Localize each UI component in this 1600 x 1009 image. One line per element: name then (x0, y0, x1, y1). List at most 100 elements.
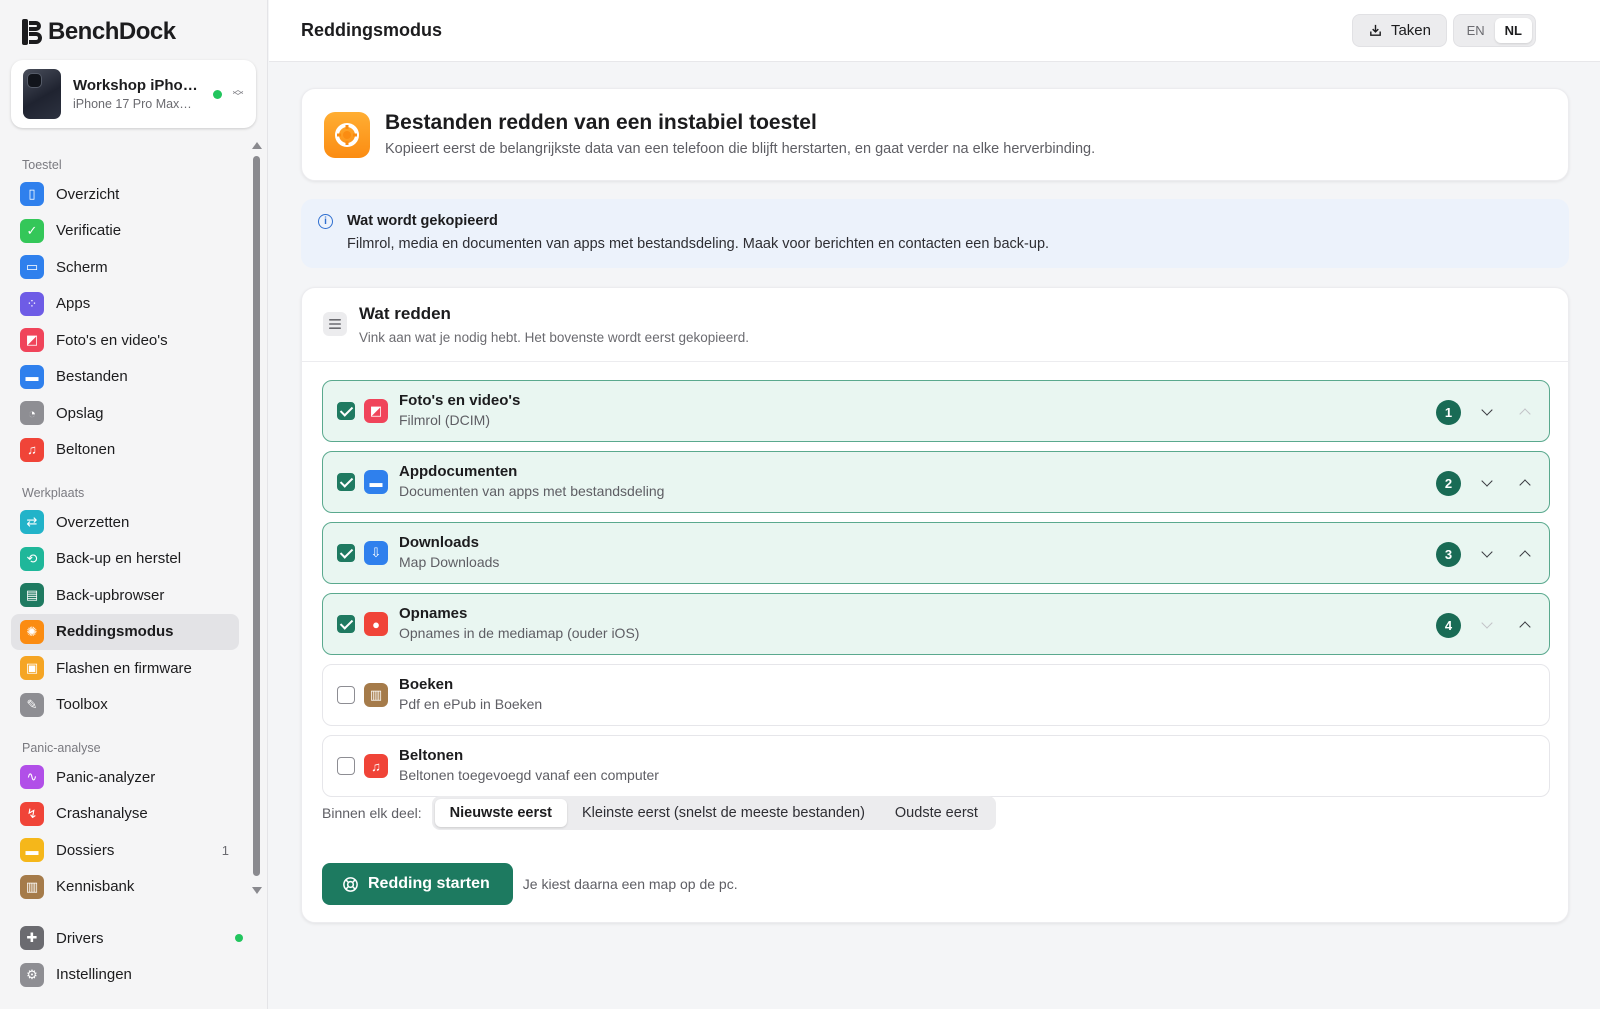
move-up-button[interactable] (1514, 472, 1536, 494)
sidebar-item-label: Panic-analyzer (56, 768, 156, 786)
rescue-item-title: Downloads (399, 534, 480, 551)
start-row: Redding starten Je kiest daarna een map … (322, 863, 738, 905)
sidebar-item-kennisbank[interactable]: ▥ Kennisbank (11, 869, 239, 906)
device-thumbnail (23, 69, 61, 119)
scroll-thumb[interactable] (253, 156, 260, 876)
sidebar-item-bestanden[interactable]: ▬ Bestanden (11, 359, 239, 396)
sidebar-item-toolbox[interactable]: ✎ Toolbox (11, 687, 239, 724)
sidebar-item-foto-s-en-video-s[interactable]: ◩ Foto's en video's (11, 322, 239, 359)
sidebar-item-overzicht[interactable]: ▯ Overzicht (11, 176, 239, 213)
photos-icon: ◩ (364, 399, 388, 423)
sidebar-item-instellingen[interactable]: ⚙ Instellingen (11, 957, 257, 994)
info-title: Wat wordt gekopieerd (347, 213, 498, 229)
sort-order-row: Binnen elk deel: Nieuwste eerst Kleinste … (322, 796, 996, 830)
rescue-item-checkbox[interactable] (337, 615, 355, 633)
screen-icon: ▭ (20, 255, 44, 280)
lifebuoy-icon (343, 876, 358, 892)
sidebar-item-drivers[interactable]: ✚ Drivers (11, 920, 257, 957)
book-icon: ▥ (364, 683, 388, 707)
rescue-item-subtitle: Pdf en ePub in Boeken (399, 696, 543, 712)
move-up-button[interactable] (1514, 543, 1536, 565)
move-down-button[interactable] (1476, 472, 1498, 494)
device-selector[interactable]: Workshop iPho… iPhone 17 Pro Max… ︿ ﹀ (11, 60, 256, 128)
sidebar-item-label: Drivers (56, 929, 104, 947)
lang-en-button[interactable]: EN (1457, 18, 1495, 43)
start-hint: Je kiest daarna een map op de pc. (522, 876, 738, 892)
photos-icon: ◩ (20, 328, 44, 353)
sidebar-item-opslag[interactable]: ◔ Opslag (11, 395, 239, 432)
sidebar-item-back-upbrowser[interactable]: ▤ Back-upbrowser (11, 577, 239, 614)
sidebar-item-label: Toolbox (56, 696, 108, 714)
puzzle-icon: ✚ (20, 926, 44, 951)
rescue-selection-panel: Wat redden Vink aan wat je nodig hebt. H… (301, 287, 1569, 923)
move-up-button[interactable] (1514, 401, 1536, 423)
sidebar-item-beltonen[interactable]: ♫ Beltonen (11, 432, 239, 469)
rescue-item-checkbox[interactable] (337, 757, 355, 775)
panel-subtitle: Vink aan wat je nodig hebt. Het bovenste… (359, 330, 749, 345)
rescue-item-title: Boeken (399, 676, 454, 693)
lifebuoy-icon: ✺ (20, 619, 44, 644)
sidebar-item-label: Crashanalyse (56, 805, 148, 823)
sidebar-item-crashanalyse[interactable]: ↯ Crashanalyse (11, 796, 239, 833)
rescue-item-subtitle: Filmrol (DCIM) (399, 412, 490, 428)
priority-order-badge: 1 (1436, 400, 1461, 425)
topbar: Reddingsmodus Taken EN NL (269, 0, 1600, 62)
sidebar-item-label: Opslag (56, 404, 104, 422)
copy-info-banner: i Wat wordt gekopieerd Filmrol, media en… (301, 199, 1569, 268)
rescue-item-checkbox[interactable] (337, 402, 355, 420)
sort-option-kleinste-eerst-snelst-de[interactable]: Kleinste eerst (snelst de meeste bestand… (567, 799, 880, 827)
rescue-item-subtitle: Documenten van apps met bestandsdeling (399, 483, 665, 499)
sidebar-item-scherm[interactable]: ▭ Scherm (11, 249, 239, 286)
book-icon: ▥ (20, 874, 44, 899)
phone-icon: ▯ (20, 182, 44, 207)
tasks-button[interactable]: Taken (1351, 14, 1447, 47)
sidebar-item-apps[interactable]: ⁘ Apps (11, 286, 239, 323)
sidebar-scrollbar[interactable] (250, 138, 262, 898)
scroll-down-arrow-icon[interactable] (252, 887, 262, 894)
start-rescue-button[interactable]: Redding starten (322, 863, 513, 905)
sort-option-oudste-eerst[interactable]: Oudste eerst (880, 799, 993, 827)
chevron-down-icon (1481, 404, 1493, 416)
sidebar-item-label: Foto's en video's (56, 331, 168, 349)
rescue-item-checkbox[interactable] (337, 544, 355, 562)
sidebar-item-verificatie[interactable]: ✓ Verificatie (11, 213, 239, 250)
transfer-arrows-icon: ⇄ (20, 510, 44, 535)
rescue-item-title: Beltonen (399, 747, 464, 764)
sidebar-item-label: Scherm (56, 258, 108, 276)
sort-order-label: Binnen elk deel: (322, 805, 422, 821)
sidebar-item-panic-analyzer[interactable]: ∿ Panic-analyzer (11, 759, 239, 796)
archive-browser-icon: ▤ (20, 583, 44, 608)
sidebar-item-dossiers[interactable]: ▬ Dossiers 1 (11, 832, 239, 869)
lang-nl-button[interactable]: NL (1494, 18, 1532, 43)
rescue-item-checkbox[interactable] (337, 686, 355, 704)
sidebar-item-back-up-en-herstel[interactable]: ⟲ Back-up en herstel (11, 541, 239, 578)
move-down-button[interactable] (1476, 401, 1498, 423)
rescue-item-subtitle: Beltonen toegevoegd vanaf een computer (399, 767, 659, 783)
music-note-icon: ♫ (20, 437, 44, 462)
sidebar-nav: Toestel ▯ Overzicht ✓ Verificatie ▭ Scherm ⁘ App… (0, 140, 268, 915)
sort-option-nieuwste-eerst[interactable]: Nieuwste eerst (434, 799, 567, 827)
move-down-button[interactable] (1476, 543, 1498, 565)
hero-subtitle: Kopieert eerst de belangrijkste data van… (385, 141, 1096, 157)
chevron-down-icon (1481, 617, 1493, 629)
sidebar-item-label: Reddingsmodus (56, 623, 174, 641)
sidebar-item-reddingsmodus[interactable]: ✺ Reddingsmodus (11, 613, 239, 650)
wrench-icon: ✎ (20, 692, 44, 717)
panel-header: Wat redden Vink aan wat je nodig hebt. H… (302, 288, 1568, 362)
apps-grid-icon: ⁘ (20, 291, 44, 316)
sidebar-item-label: Flashen en firmware (56, 659, 192, 677)
scroll-up-arrow-icon[interactable] (252, 142, 262, 149)
move-down-button[interactable] (1476, 614, 1498, 636)
chevron-down-icon (1481, 546, 1493, 558)
priority-order-badge: 2 (1436, 471, 1461, 496)
rescue-item-beltonen: ♫ Beltonen Beltonen toegevoegd vanaf een c… (322, 735, 1550, 797)
move-up-button[interactable] (1514, 614, 1536, 636)
backup-restore-icon: ⟲ (20, 546, 44, 571)
firmware-chip-icon: ▣ (20, 656, 44, 681)
rescue-item-checkbox[interactable] (337, 473, 355, 491)
sidebar-item-overzetten[interactable]: ⇄ Overzetten (11, 504, 239, 541)
panel-title: Wat redden (359, 304, 451, 323)
tasks-download-icon (1370, 24, 1381, 36)
sidebar-item-flashen-en-firmware[interactable]: ▣ Flashen en firmware (11, 650, 239, 687)
sidebar-item-label: Apps (56, 295, 91, 313)
